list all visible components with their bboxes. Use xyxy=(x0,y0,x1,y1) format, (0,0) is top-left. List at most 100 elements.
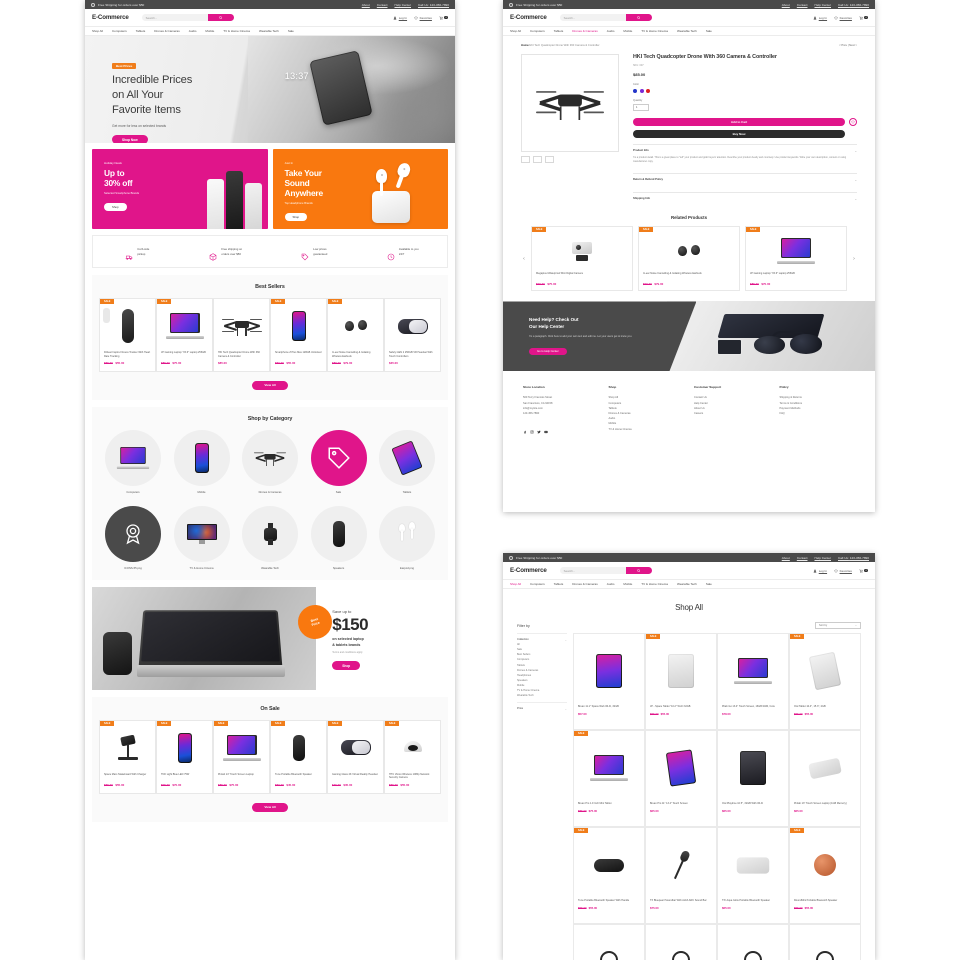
product-card[interactable]: SALE JP Gaming Laptop "15.6" Laptop 256G… xyxy=(745,226,847,292)
nav-item-drones-cameras[interactable]: Drones & Cameras xyxy=(572,582,598,586)
product-card[interactable]: TX Bluepearl Soundbar With ALFA ARC Soun… xyxy=(645,827,717,924)
category-mobile[interactable]: Mobile xyxy=(173,429,230,494)
product-card[interactable]: SALE Fitbeat Inspire Fitness Tracker Wit… xyxy=(99,298,156,372)
product-hero-image[interactable] xyxy=(521,54,619,152)
accordion-shipping-info[interactable]: Shipping Info ⌄ xyxy=(633,192,857,205)
youtube-icon[interactable] xyxy=(544,421,548,434)
add-to-wishlist-button[interactable] xyxy=(849,118,857,127)
category-drones-cameras[interactable]: Drones & Cameras xyxy=(242,429,298,494)
color-swatch-purple[interactable] xyxy=(639,88,644,93)
nav-item-sale[interactable]: Sale xyxy=(706,582,712,586)
brand-logo[interactable]: E-Commerce xyxy=(92,14,129,21)
prev-product-link[interactable]: < Prev xyxy=(839,44,847,47)
product-thumbnail[interactable] xyxy=(533,156,542,163)
save-shop-button[interactable]: Shop xyxy=(332,661,361,671)
product-card[interactable]: Brean 11.1" Space Web Wi-Fi, 32GB $57.00 xyxy=(573,633,645,730)
nav-item-tablets[interactable]: Tablets xyxy=(554,582,564,586)
product-thumbnail[interactable] xyxy=(545,156,554,163)
product-card[interactable]: TXI Aqua Glow Portable Bluetooth Speaker… xyxy=(717,827,789,924)
product-card[interactable] xyxy=(789,924,861,960)
search-bar[interactable]: Search... xyxy=(559,566,652,575)
link-contact[interactable]: Contact xyxy=(797,556,808,560)
nav-item-wearable-tech[interactable]: Wearable Tech xyxy=(259,29,279,33)
nav-item-wearable-tech[interactable]: Wearable Tech xyxy=(677,582,697,586)
promo-1-shop-button[interactable]: Shop xyxy=(104,203,127,212)
nav-item-tablets[interactable]: Tablets xyxy=(554,29,564,33)
footer-link[interactable]: FAQ xyxy=(780,411,856,416)
next-product-link[interactable]: Next > xyxy=(849,44,857,47)
go-to-help-center-button[interactable]: Go to Help Center xyxy=(529,347,567,355)
category-earpod[interactable]: Earpod.png xyxy=(379,505,435,570)
accordion-header[interactable]: Return & Refund Policy ⌄ xyxy=(633,178,857,182)
product-card[interactable]: Brean Pro 11" 13.4" Touch Screen $65.00 xyxy=(645,730,717,827)
promo-banner-smartphones[interactable]: Holiday Deals Up to 30% off Selected Sma… xyxy=(92,149,268,229)
product-card[interactable]: SALE RoundMini Portable Bluetooth Speake… xyxy=(789,827,861,924)
accordion-product-info[interactable]: Product Info ⌄ I'm a product detail. Thi… xyxy=(633,143,857,168)
product-card[interactable]: SALE Pintab 14" Touch Screen Laptop $85.… xyxy=(213,719,270,794)
wishlist-action[interactable]: Favorites xyxy=(834,16,852,20)
cart-action[interactable]: 0 xyxy=(439,15,448,20)
breadcrumb-home[interactable]: Home xyxy=(521,44,528,47)
search-button[interactable] xyxy=(625,13,652,22)
phone-number[interactable]: 123-456-7890 xyxy=(850,556,869,560)
login-action[interactable]: Log In xyxy=(813,569,827,573)
product-card[interactable]: SALE Gaming Glass 4K Virtual Reality Hea… xyxy=(327,719,384,794)
search-button[interactable] xyxy=(625,566,652,575)
nav-item-audio[interactable]: Audio xyxy=(607,582,615,586)
footer-phone[interactable]: 123-456-7890 xyxy=(523,411,599,416)
product-card[interactable]: SALE Brean Pro 1.9 Inch Mini Tablet $85.… xyxy=(573,730,645,827)
nav-item-tablets[interactable]: Tablets xyxy=(136,29,146,33)
product-card[interactable]: SALE Owl Tablet 10.4", 15.3", 2GB $65.00… xyxy=(789,633,861,730)
nav-item-audio[interactable]: Audio xyxy=(607,29,615,33)
instagram-icon[interactable] xyxy=(530,421,534,434)
wishlist-action[interactable]: Favorites xyxy=(414,16,432,20)
product-card[interactable]: Owl Playtime 10.5", 32GB With Wi-Fi $65.… xyxy=(717,730,789,827)
nav-item-shop-all[interactable]: Shop All xyxy=(510,29,521,33)
nav-item-mobile[interactable]: Mobile xyxy=(623,29,632,33)
best-sellers-view-all-button[interactable]: View All xyxy=(252,381,288,390)
hero-shop-now-button[interactable]: Shop Now xyxy=(112,135,148,143)
cart-action[interactable]: 0 xyxy=(859,568,868,573)
nav-item-mobile[interactable]: Mobile xyxy=(205,29,214,33)
nav-item-drones-cameras[interactable]: Drones & Cameras xyxy=(154,29,180,33)
search-bar[interactable]: Search... xyxy=(141,13,234,22)
product-card[interactable] xyxy=(573,924,645,960)
add-to-cart-button[interactable]: Add to Cart xyxy=(633,118,845,127)
twitter-icon[interactable] xyxy=(537,421,541,434)
nav-item-shop-all[interactable]: Shop All xyxy=(92,29,103,33)
link-contact[interactable]: Contact xyxy=(377,3,388,7)
category-icons55[interactable]: ICONS-55.png xyxy=(105,505,161,570)
category-tv-home-cinema[interactable]: TV & Home Cinema xyxy=(173,505,230,570)
product-card[interactable]: SALE In-ear Noise Cancelling & Isolating… xyxy=(638,226,740,292)
brand-logo[interactable]: E-Commerce xyxy=(510,14,547,21)
filter-group-header[interactable]: Price ⌄ xyxy=(517,707,567,711)
cart-action[interactable]: 0 xyxy=(859,15,868,20)
category-wearable-tech[interactable]: Wearable Tech xyxy=(242,505,298,570)
product-card[interactable]: SALE TNK Light Blue LED 75W $95.00 $70.00 xyxy=(156,719,213,794)
sort-by-select[interactable]: Sort by ⌄ xyxy=(815,622,861,629)
product-card[interactable]: SALE In-ear Noise Cancelling & Isolating… xyxy=(327,298,384,372)
link-contact[interactable]: Contact xyxy=(797,3,808,7)
nav-item-sale[interactable]: Sale xyxy=(706,29,712,33)
wishlist-action[interactable]: Favorites xyxy=(834,569,852,573)
link-help-center[interactable]: Help Center xyxy=(394,3,411,7)
link-about[interactable]: About xyxy=(782,3,790,7)
search-input[interactable]: Search... xyxy=(559,566,626,575)
category-sale[interactable]: Sale xyxy=(310,429,367,494)
product-card[interactable]: Pinlab 13" Touch Screen Laptop (1GB Memo… xyxy=(789,730,861,827)
search-input[interactable]: Search... xyxy=(559,13,626,22)
category-computers[interactable]: Computers xyxy=(105,429,161,494)
product-card[interactable]: SALE JP Gaming Laptop "15.6" Laptop 256G… xyxy=(156,298,213,372)
phone-block[interactable]: Call Us: 123-456-7890 xyxy=(838,3,869,7)
login-action[interactable]: Log In xyxy=(393,16,407,20)
brand-logo[interactable]: E-Commerce xyxy=(510,567,547,574)
search-bar[interactable]: Search... xyxy=(559,13,652,22)
product-card[interactable]: Safely GEN 2 256GB VR Headset With Touch… xyxy=(384,298,441,372)
nav-item-computers[interactable]: Computers xyxy=(530,29,545,33)
phone-block[interactable]: Call Us: 123-456-7890 xyxy=(838,556,869,560)
save-promo-banner[interactable]: Best Price Save up to $150 on selected la… xyxy=(92,586,448,690)
category-speakers[interactable]: Speakers xyxy=(310,505,367,570)
nav-item-drones-cameras[interactable]: Drones & Cameras xyxy=(572,29,598,33)
promo-2-shop-button[interactable]: Shop xyxy=(284,213,308,222)
nav-item-computers[interactable]: Computers xyxy=(112,29,127,33)
